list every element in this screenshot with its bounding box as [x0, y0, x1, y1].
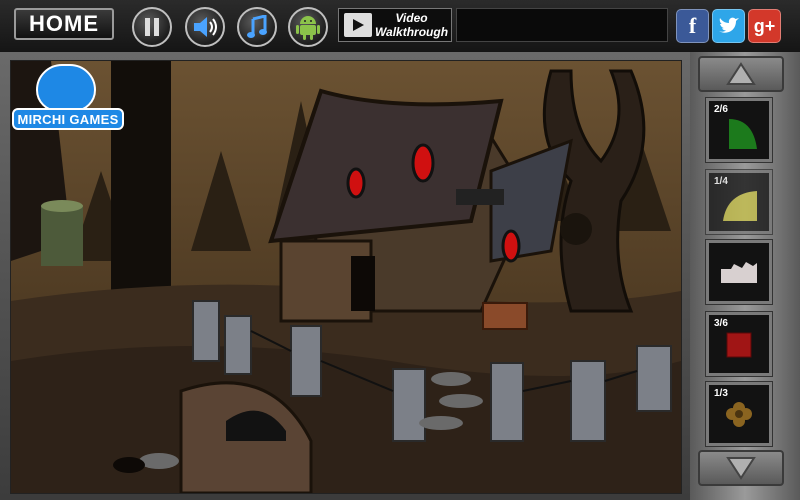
red-square-tile-icon: [726, 332, 752, 358]
facebook-icon: f: [688, 13, 697, 38]
music-button[interactable]: [237, 7, 277, 47]
video-walkthrough-label: Video Walkthrough: [372, 11, 451, 39]
inventory-slot[interactable]: 3/6: [705, 311, 773, 377]
android-button[interactable]: [288, 7, 328, 47]
glowing-window: [411, 143, 435, 183]
yellow-quarter-disc-icon: [723, 191, 757, 221]
video-walkthrough-button[interactable]: Video Walkthrough: [338, 8, 452, 42]
arrow-up-icon: [726, 62, 756, 85]
twitter-button[interactable]: [712, 9, 745, 43]
video-label-line2: Walkthrough: [374, 25, 449, 39]
pause-button[interactable]: [132, 7, 172, 47]
googleplus-button[interactable]: g+: [748, 9, 781, 43]
arrow-down-icon: [726, 457, 756, 480]
twitter-icon: [718, 17, 739, 33]
stone-fragment-icon: [721, 262, 757, 283]
sound-button[interactable]: [185, 7, 225, 47]
inventory-scroll-down-button[interactable]: [698, 450, 784, 486]
mirchi-games-logo: MIRCHI GAMES: [12, 64, 124, 132]
gamepad-icon: [36, 64, 96, 112]
logo-text: MIRCHI GAMES: [12, 108, 124, 130]
top-toolbar: HOME Video Walkthrough f g+: [0, 0, 800, 52]
green-quarter-disc-icon: [729, 119, 757, 149]
googleplus-icon: g+: [753, 15, 776, 36]
brown-flower-icon: [726, 402, 752, 427]
tree-stump: [41, 206, 83, 266]
pause-icon: [145, 18, 159, 36]
inventory-slot[interactable]: 2/6: [705, 97, 773, 163]
facebook-button[interactable]: f: [676, 9, 709, 43]
wooden-box[interactable]: [482, 302, 528, 330]
video-label-line1: Video: [395, 11, 428, 25]
speaker-icon: [194, 17, 217, 37]
inventory-scroll-up-button[interactable]: [698, 56, 784, 92]
inventory-slot[interactable]: 1/4: [705, 169, 773, 235]
inventory-slot[interactable]: [705, 239, 773, 305]
ground-hole[interactable]: [113, 457, 145, 473]
play-video-icon: [344, 13, 372, 37]
home-button[interactable]: HOME: [14, 8, 114, 40]
android-icon: [296, 16, 320, 40]
inventory-slot[interactable]: 1/3: [705, 381, 773, 447]
music-note-icon: [247, 15, 267, 38]
message-box: [456, 8, 668, 42]
